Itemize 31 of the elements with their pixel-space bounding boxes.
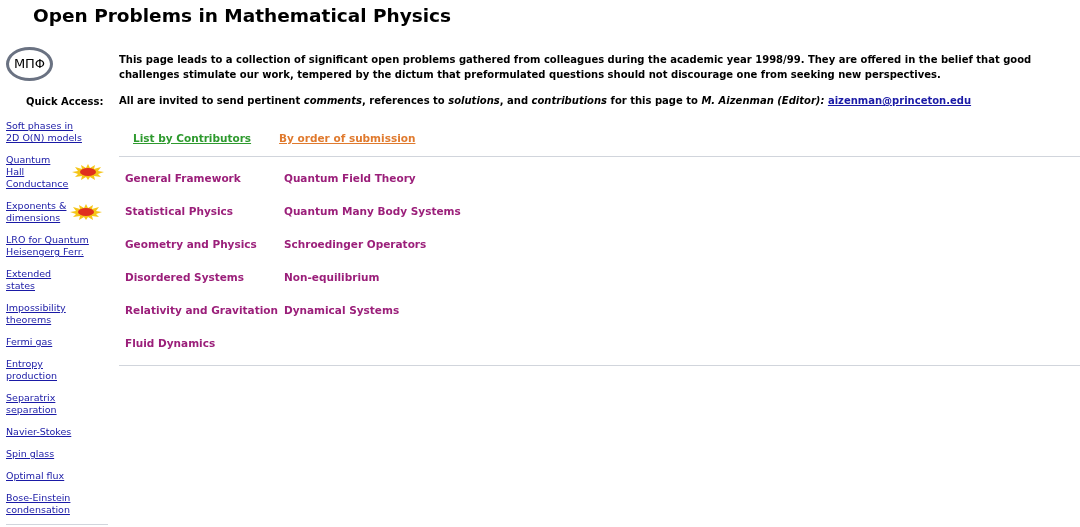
topic-link[interactable]: General Framework	[125, 161, 247, 195]
quick-access-link[interactable]: Fermi gas	[6, 336, 53, 348]
email-link[interactable]: aizenman@princeton.edu	[827, 95, 972, 106]
quick-access-link[interactable]: LRO for Quantum Heisengerg Ferr.	[6, 234, 89, 258]
quick-access-link[interactable]: Entropy production	[6, 358, 57, 382]
topic-link[interactable]: Disordered Systems	[125, 260, 251, 294]
quick-access-link[interactable]: Optimal flux	[6, 470, 65, 482]
quick-access-link[interactable]: Separatrix separation	[6, 392, 57, 416]
quick-access-link[interactable]: Navier-Stokes	[6, 426, 72, 438]
topic-link[interactable]: Schroedinger Operators	[283, 227, 433, 261]
topic-link[interactable]: Relativity and Gravitation	[125, 293, 284, 327]
quick-access-heading: Quick Access:	[26, 95, 104, 109]
index-link[interactable]: List by Contributors	[133, 131, 252, 147]
intro-paragraph: This page leads to a collection of significant open problems gathered from colleagues during the academic year 1998/99. They are offered in the belief that good challenges stimulate our work, tempered by the dictum that preformulated questions should not discourage one from seeking new perspectives.	[119, 53, 1033, 82]
quick-access-link[interactable]: Extended states	[6, 268, 52, 292]
topic-link[interactable]: Dynamical Systems	[283, 293, 406, 327]
quick-access-link[interactable]: Impossibility theorems	[6, 302, 66, 326]
quick-access-link[interactable]: Bose-Einstein condensation	[6, 492, 71, 516]
quick-access-link[interactable]: Spin glass	[6, 448, 55, 460]
page-title: Open Problems in Mathematical Physics	[33, 4, 452, 28]
quick-access-link[interactable]: Quantum Hall Conductance	[6, 154, 69, 190]
topic-link[interactable]: Geometry and Physics	[125, 227, 263, 261]
topic-link[interactable]: Quantum Field Theory	[283, 161, 422, 195]
topic-link[interactable]: Fluid Dynamics	[125, 326, 222, 360]
topic-link[interactable]: Quantum Many Body Systems	[283, 194, 467, 228]
invitation-text: All are invited to send pertinent comments, references to solutions, and contributions for this page to M. Aizenman (Editor): aizenman@princeton.edu	[119, 94, 973, 108]
topic-link[interactable]: Non-equilibrium	[283, 260, 386, 294]
quick-access-link[interactable]: Exponents & dimensions	[6, 200, 67, 224]
topic-link[interactable]: Statistical Physics	[125, 194, 240, 228]
logo[interactable]: MΠΦ	[6, 47, 53, 81]
quick-access-link[interactable]: Soft phases in 2D O(N) models	[6, 120, 82, 144]
